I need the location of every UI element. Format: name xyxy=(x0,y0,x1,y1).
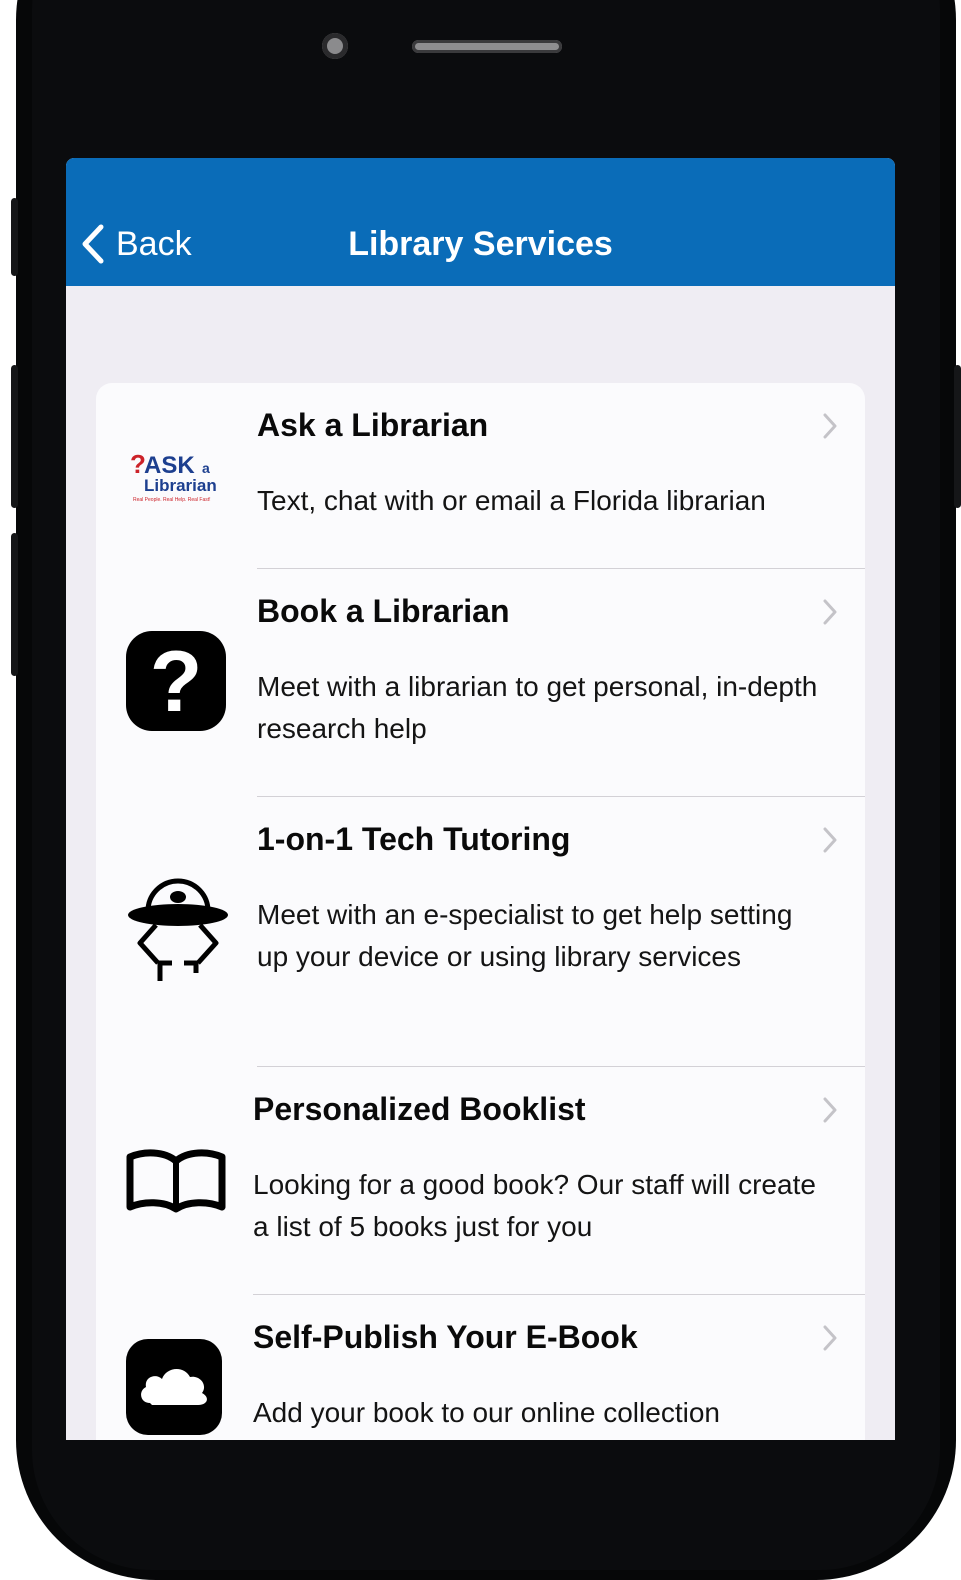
chevron-right-icon xyxy=(823,413,837,439)
logo-tagline-text: Real People. Real Help. Real Fast! xyxy=(133,497,211,503)
ufo-icon xyxy=(126,877,230,985)
cloud-icon xyxy=(126,1339,222,1435)
service-title: Ask a Librarian xyxy=(257,407,489,443)
service-title: Self-Publish Your E-Book xyxy=(253,1319,638,1355)
logo-ask-text: ASK xyxy=(144,452,195,479)
chevron-right-icon xyxy=(823,1325,837,1351)
logo-a-text: a xyxy=(202,460,210,476)
chevron-right-icon xyxy=(823,827,837,853)
mute-switch xyxy=(11,198,18,276)
list-item-book-a-librarian[interactable]: ? Book a Librarian Meet with a librarian… xyxy=(96,569,865,796)
list-item-ask-a-librarian[interactable]: ? ASK a Librarian Real People. Real Help… xyxy=(96,383,865,568)
chevron-right-icon xyxy=(823,1097,837,1123)
page-title: Library Services xyxy=(348,225,613,263)
volume-up-button xyxy=(11,365,18,508)
question-mark-icon: ? xyxy=(126,631,226,731)
front-camera xyxy=(322,33,348,59)
power-button xyxy=(954,365,961,508)
logo-librarian-text: Librarian xyxy=(144,476,217,495)
volume-down-button xyxy=(11,533,18,676)
service-description: Add your book to our online collection xyxy=(253,1397,720,1428)
list-item-personalized-booklist[interactable]: Personalized Booklist Looking for a good… xyxy=(96,1067,865,1294)
list-item-tech-tutoring[interactable]: 1-on-1 Tech Tutoring Meet with an e-spec… xyxy=(96,797,865,1066)
svg-text:?: ? xyxy=(150,634,203,730)
service-title: 1-on-1 Tech Tutoring xyxy=(257,821,571,857)
services-list: ? ASK a Librarian Real People. Real Help… xyxy=(96,383,865,1440)
app-screen: Back Library Services ? ASK a Librarian … xyxy=(66,158,895,1440)
service-title: Personalized Booklist xyxy=(253,1091,586,1127)
chevron-right-icon xyxy=(823,599,837,625)
service-title: Book a Librarian xyxy=(257,593,510,629)
service-description: Meet with a librarian to get personal, i… xyxy=(257,671,818,744)
list-item-self-publish[interactable]: Self-Publish Your E-Book Add your book t… xyxy=(96,1295,865,1440)
service-description: Text, chat with or email a Florida libra… xyxy=(257,485,766,516)
earpiece-speaker xyxy=(412,40,562,53)
ask-a-librarian-logo-icon: ? ASK a Librarian Real People. Real Help… xyxy=(130,449,230,505)
service-description: Looking for a good book? Our staff will … xyxy=(253,1169,816,1242)
open-book-icon xyxy=(126,1147,226,1217)
navigation-bar: Back Library Services xyxy=(66,158,895,286)
service-description: Meet with an e-specialist to get help se… xyxy=(257,899,793,972)
